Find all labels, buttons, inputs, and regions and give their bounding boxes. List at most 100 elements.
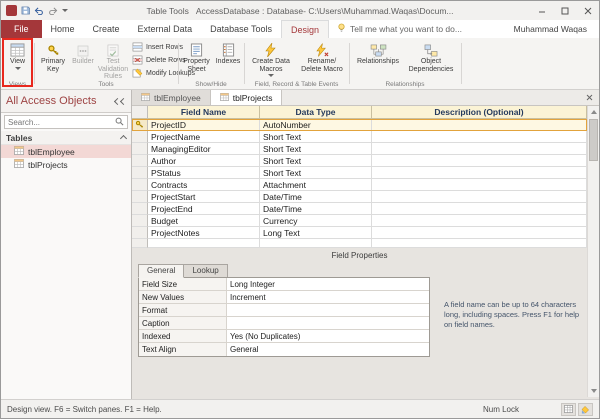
tab-database-tools[interactable]: Database Tools bbox=[201, 20, 281, 38]
property-value[interactable]: Yes (No Duplicates) bbox=[227, 330, 429, 342]
description-cell[interactable] bbox=[372, 203, 587, 215]
row-selector[interactable] bbox=[132, 179, 148, 191]
nav-item-tblprojects[interactable]: tblProjects bbox=[1, 158, 131, 171]
nav-search-box[interactable] bbox=[4, 115, 128, 129]
design-view-button[interactable] bbox=[578, 403, 593, 416]
grid-header-description[interactable]: Description (Optional) bbox=[372, 106, 587, 119]
view-button[interactable]: View bbox=[4, 41, 31, 70]
property-row-field-size[interactable]: Field Size Long Integer bbox=[139, 278, 429, 291]
minimize-button[interactable] bbox=[530, 1, 553, 20]
data-type-cell[interactable] bbox=[260, 239, 372, 248]
row-selector[interactable] bbox=[132, 155, 148, 167]
description-cell[interactable] bbox=[372, 131, 587, 143]
object-dependencies-button[interactable]: Object Dependencies bbox=[405, 41, 457, 73]
row-selector[interactable] bbox=[132, 227, 148, 239]
property-value[interactable]: General bbox=[227, 343, 429, 356]
row-selector[interactable] bbox=[132, 215, 148, 227]
data-type-cell[interactable]: Long Text bbox=[260, 227, 372, 239]
tell-me-box[interactable]: Tell me what you want to do... bbox=[329, 20, 470, 38]
search-input[interactable] bbox=[8, 118, 115, 127]
field-name-cell[interactable]: ProjectID bbox=[148, 119, 260, 131]
data-type-cell[interactable]: Date/Time bbox=[260, 203, 372, 215]
property-row-caption[interactable]: Caption bbox=[139, 317, 429, 330]
empty-field-row[interactable] bbox=[132, 239, 587, 248]
field-name-cell[interactable]: Author bbox=[148, 155, 260, 167]
field-row-contracts[interactable]: Contracts Attachment bbox=[132, 179, 587, 191]
row-selector-primary-key[interactable] bbox=[132, 119, 148, 131]
datasheet-view-button[interactable] bbox=[561, 403, 576, 416]
property-row-new-values[interactable]: New Values Increment bbox=[139, 291, 429, 304]
qat-dropdown-icon[interactable] bbox=[62, 9, 68, 12]
close-button[interactable] bbox=[576, 1, 599, 20]
field-row-projectend[interactable]: ProjectEnd Date/Time bbox=[132, 203, 587, 215]
field-name-cell[interactable]: Contracts bbox=[148, 179, 260, 191]
test-validation-rules-button[interactable]: Test Validation Rules bbox=[96, 41, 130, 81]
field-row-projectstart[interactable]: ProjectStart Date/Time bbox=[132, 191, 587, 203]
property-sheet-button[interactable]: Property Sheet bbox=[181, 41, 212, 73]
access-app-icon[interactable] bbox=[6, 5, 17, 16]
insert-rows-button[interactable]: Insert Rows bbox=[132, 42, 183, 53]
property-row-format[interactable]: Format bbox=[139, 304, 429, 317]
create-data-macros-button[interactable]: Create Data Macros bbox=[248, 41, 294, 77]
field-name-cell[interactable] bbox=[148, 239, 260, 248]
property-value[interactable]: Increment bbox=[227, 291, 429, 303]
collapse-chevron-icon[interactable] bbox=[121, 133, 126, 143]
field-row-projectnotes[interactable]: ProjectNotes Long Text bbox=[132, 227, 587, 239]
nav-pane-header[interactable]: All Access Objects bbox=[1, 90, 131, 113]
data-type-cell[interactable]: Short Text bbox=[260, 167, 372, 179]
property-value[interactable] bbox=[227, 317, 429, 329]
tab-home[interactable]: Home bbox=[42, 20, 84, 38]
description-cell[interactable] bbox=[372, 191, 587, 203]
save-icon[interactable] bbox=[21, 6, 30, 15]
vertical-scrollbar[interactable] bbox=[587, 106, 599, 397]
field-row-projectid[interactable]: ProjectID AutoNumber bbox=[132, 119, 587, 131]
description-cell[interactable] bbox=[372, 119, 587, 131]
data-type-cell[interactable]: Date/Time bbox=[260, 191, 372, 203]
data-type-cell[interactable]: Short Text bbox=[260, 131, 372, 143]
doc-tab-tblemployee[interactable]: tblEmployee bbox=[132, 90, 211, 105]
nav-section-tables[interactable]: Tables bbox=[1, 131, 131, 145]
property-row-text-align[interactable]: Text Align General bbox=[139, 343, 429, 356]
description-cell[interactable] bbox=[372, 167, 587, 179]
scroll-down-icon[interactable] bbox=[588, 385, 599, 397]
description-cell[interactable] bbox=[372, 227, 587, 239]
data-type-cell[interactable]: Currency bbox=[260, 215, 372, 227]
field-row-projectname[interactable]: ProjectName Short Text bbox=[132, 131, 587, 143]
description-cell[interactable] bbox=[372, 215, 587, 227]
field-row-budget[interactable]: Budget Currency bbox=[132, 215, 587, 227]
shutter-close-icon[interactable] bbox=[115, 99, 126, 104]
data-type-cell[interactable]: Short Text bbox=[260, 143, 372, 155]
row-selector[interactable] bbox=[132, 167, 148, 179]
tab-design[interactable]: Design bbox=[281, 20, 329, 38]
description-cell[interactable] bbox=[372, 179, 587, 191]
row-selector[interactable] bbox=[132, 191, 148, 203]
builder-button[interactable]: Builder bbox=[70, 41, 96, 66]
grid-header-field-name[interactable]: Field Name bbox=[148, 106, 260, 119]
nav-item-tblemployee[interactable]: tblEmployee bbox=[1, 145, 131, 158]
property-value[interactable] bbox=[227, 304, 429, 316]
field-name-cell[interactable]: ProjectName bbox=[148, 131, 260, 143]
field-row-managingeditor[interactable]: ManagingEditor Short Text bbox=[132, 143, 587, 155]
property-row-indexed[interactable]: Indexed Yes (No Duplicates) bbox=[139, 330, 429, 343]
grid-header-data-type[interactable]: Data Type bbox=[260, 106, 372, 119]
description-cell[interactable] bbox=[372, 143, 587, 155]
description-cell[interactable] bbox=[372, 155, 587, 167]
data-type-cell[interactable]: AutoNumber bbox=[260, 119, 372, 131]
relationships-button[interactable]: Relationships bbox=[353, 41, 403, 66]
field-name-cell[interactable]: Budget bbox=[148, 215, 260, 227]
field-name-cell[interactable]: ManagingEditor bbox=[148, 143, 260, 155]
description-cell[interactable] bbox=[372, 239, 587, 248]
undo-icon[interactable] bbox=[34, 7, 44, 15]
row-selector[interactable] bbox=[132, 143, 148, 155]
row-selector[interactable] bbox=[132, 239, 148, 248]
field-row-author[interactable]: Author Short Text bbox=[132, 155, 587, 167]
property-value[interactable]: Long Integer bbox=[227, 278, 429, 290]
tab-general[interactable]: General bbox=[138, 264, 184, 278]
tab-create[interactable]: Create bbox=[84, 20, 129, 38]
maximize-button[interactable] bbox=[553, 1, 576, 20]
field-name-cell[interactable]: ProjectEnd bbox=[148, 203, 260, 215]
field-row-pstatus[interactable]: PStatus Short Text bbox=[132, 167, 587, 179]
primary-key-button[interactable]: Primary Key bbox=[38, 41, 68, 73]
row-selector[interactable] bbox=[132, 131, 148, 143]
user-name[interactable]: Muhammad Waqas bbox=[514, 20, 599, 38]
